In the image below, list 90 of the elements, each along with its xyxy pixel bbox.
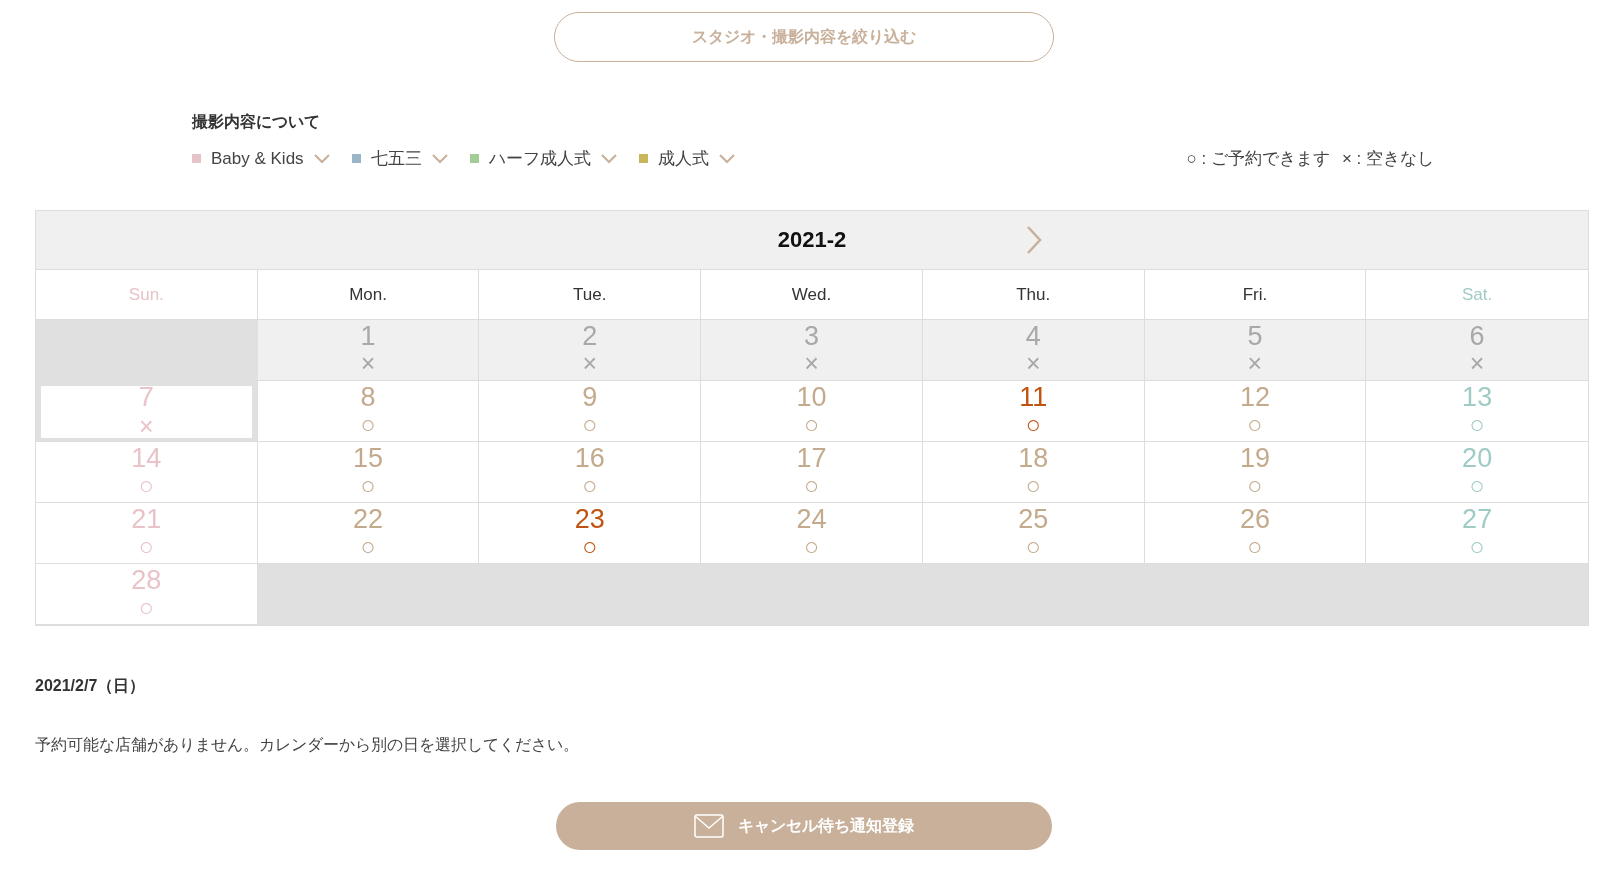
availability-mark: ○: [1247, 473, 1263, 497]
no-availability-message: 予約可能な店舗がありません。カレンダーから別の日を選択してください。: [35, 735, 579, 755]
day-number: 2: [582, 321, 598, 351]
section-title: 撮影内容について: [192, 112, 320, 132]
day-cell[interactable]: 21 ○: [36, 503, 258, 564]
next-month-icon[interactable]: [1026, 226, 1043, 254]
day-number: 19: [1239, 443, 1270, 473]
day-number: 5: [1247, 321, 1263, 351]
day-cell[interactable]: 20 ○: [1366, 442, 1588, 503]
legend-text: ○ : ご予約できます: [1186, 148, 1330, 170]
availability-mark: ○: [1469, 473, 1485, 497]
day-cell[interactable]: 14 ○: [36, 442, 258, 503]
day-number: 11: [1019, 382, 1048, 412]
availability-mark: ○: [1025, 534, 1041, 558]
waitlist-notify-button[interactable]: キャンセル待ち通知登録: [556, 802, 1052, 850]
chevron-down-icon: [600, 153, 617, 164]
availability-mark: ○: [803, 412, 820, 436]
chevron-down-icon: [718, 153, 735, 164]
filter-button[interactable]: スタジオ・撮影内容を絞り込む: [554, 12, 1054, 62]
day-number: 27: [1462, 504, 1493, 534]
day-number: 22: [353, 504, 384, 534]
availability-mark: ○: [1025, 412, 1041, 436]
day-cell[interactable]: 12 ○: [1144, 381, 1367, 442]
availability-mark: ○: [1247, 534, 1263, 558]
availability-mark: ○: [360, 412, 376, 436]
availability-mark: ○: [138, 534, 154, 558]
day-cell[interactable]: 18 ○: [922, 442, 1145, 503]
day-number: 17: [796, 443, 827, 473]
day-number: 16: [574, 443, 605, 473]
day-number: 6: [1469, 321, 1485, 351]
day-number: 20: [1462, 443, 1493, 473]
availability-mark: ○: [803, 473, 820, 497]
availability-mark: ○: [138, 473, 154, 497]
day-cell[interactable]: 11 ○: [922, 381, 1145, 442]
availability-mark: ○: [582, 473, 598, 497]
availability-mark: ○: [1247, 412, 1263, 436]
day-cell[interactable]: 13 ○: [1366, 381, 1588, 442]
day-number: 13: [1462, 382, 1493, 412]
day-cell[interactable]: 17 ○: [701, 442, 923, 503]
day-number: 25: [1018, 504, 1049, 534]
availability-mark: ×: [582, 351, 598, 375]
day-number: 24: [796, 504, 827, 534]
availability-mark: ○: [1469, 534, 1485, 558]
availability-mark: ×: [804, 351, 819, 375]
selected-date: 2021/2/7（日）: [35, 676, 146, 696]
availability-mark: ×: [1247, 351, 1263, 375]
chevron-down-icon: [431, 153, 448, 164]
envelope-icon: [694, 814, 724, 838]
day-number: 15: [353, 443, 384, 473]
day-cell[interactable]: 7 ×: [36, 381, 258, 442]
day-cell[interactable]: 8 ○: [257, 381, 480, 442]
category-dropdown[interactable]: 七五三: [351, 147, 448, 170]
availability-mark: ×: [1025, 351, 1041, 375]
availability-mark: ○: [360, 473, 376, 497]
availability-mark: ×: [1469, 351, 1485, 375]
availability-mark: ○: [582, 534, 598, 558]
availability-mark: ○: [138, 595, 154, 619]
availability-mark: ○: [803, 534, 820, 558]
availability-mark: ○: [1025, 473, 1041, 497]
day-number: 8: [360, 382, 376, 412]
category-dropdown[interactable]: 成人式: [638, 147, 735, 170]
category-dropdown[interactable]: Baby & Kids: [192, 148, 330, 169]
day-cell[interactable]: 28 ○: [36, 564, 258, 625]
month-title: 2021-2: [777, 227, 847, 253]
availability-mark: ×: [360, 351, 376, 375]
day-cell[interactable]: 10 ○: [701, 381, 923, 442]
day-number: 28: [131, 565, 162, 595]
chevron-down-icon: [313, 153, 330, 164]
day-number: 14: [131, 443, 162, 473]
day-cell[interactable]: 9 ○: [479, 381, 702, 442]
day-number: 12: [1239, 382, 1270, 412]
legend-text: × : 空きなし: [1341, 148, 1434, 170]
day-number: 10: [796, 382, 827, 412]
day-cell[interactable]: 16 ○: [479, 442, 702, 503]
day-number: 7: [138, 382, 154, 412]
day-cell[interactable]: 19 ○: [1144, 442, 1367, 503]
day-cell[interactable]: 15 ○: [257, 442, 480, 503]
category-dropdown[interactable]: ハーフ成人式: [469, 147, 617, 170]
day-number: 18: [1018, 443, 1049, 473]
availability-mark: ○: [1469, 412, 1485, 436]
availability-mark: ×: [139, 414, 154, 438]
availability-mark: ○: [360, 534, 376, 558]
day-number: 21: [131, 504, 162, 534]
day-number: 1: [360, 321, 376, 351]
day-number: 3: [803, 321, 819, 351]
day-number: 4: [1025, 321, 1041, 351]
day-number: 23: [574, 504, 605, 534]
day-number: 9: [582, 382, 598, 412]
availability-mark: ○: [582, 412, 598, 436]
day-number: 26: [1239, 504, 1270, 534]
